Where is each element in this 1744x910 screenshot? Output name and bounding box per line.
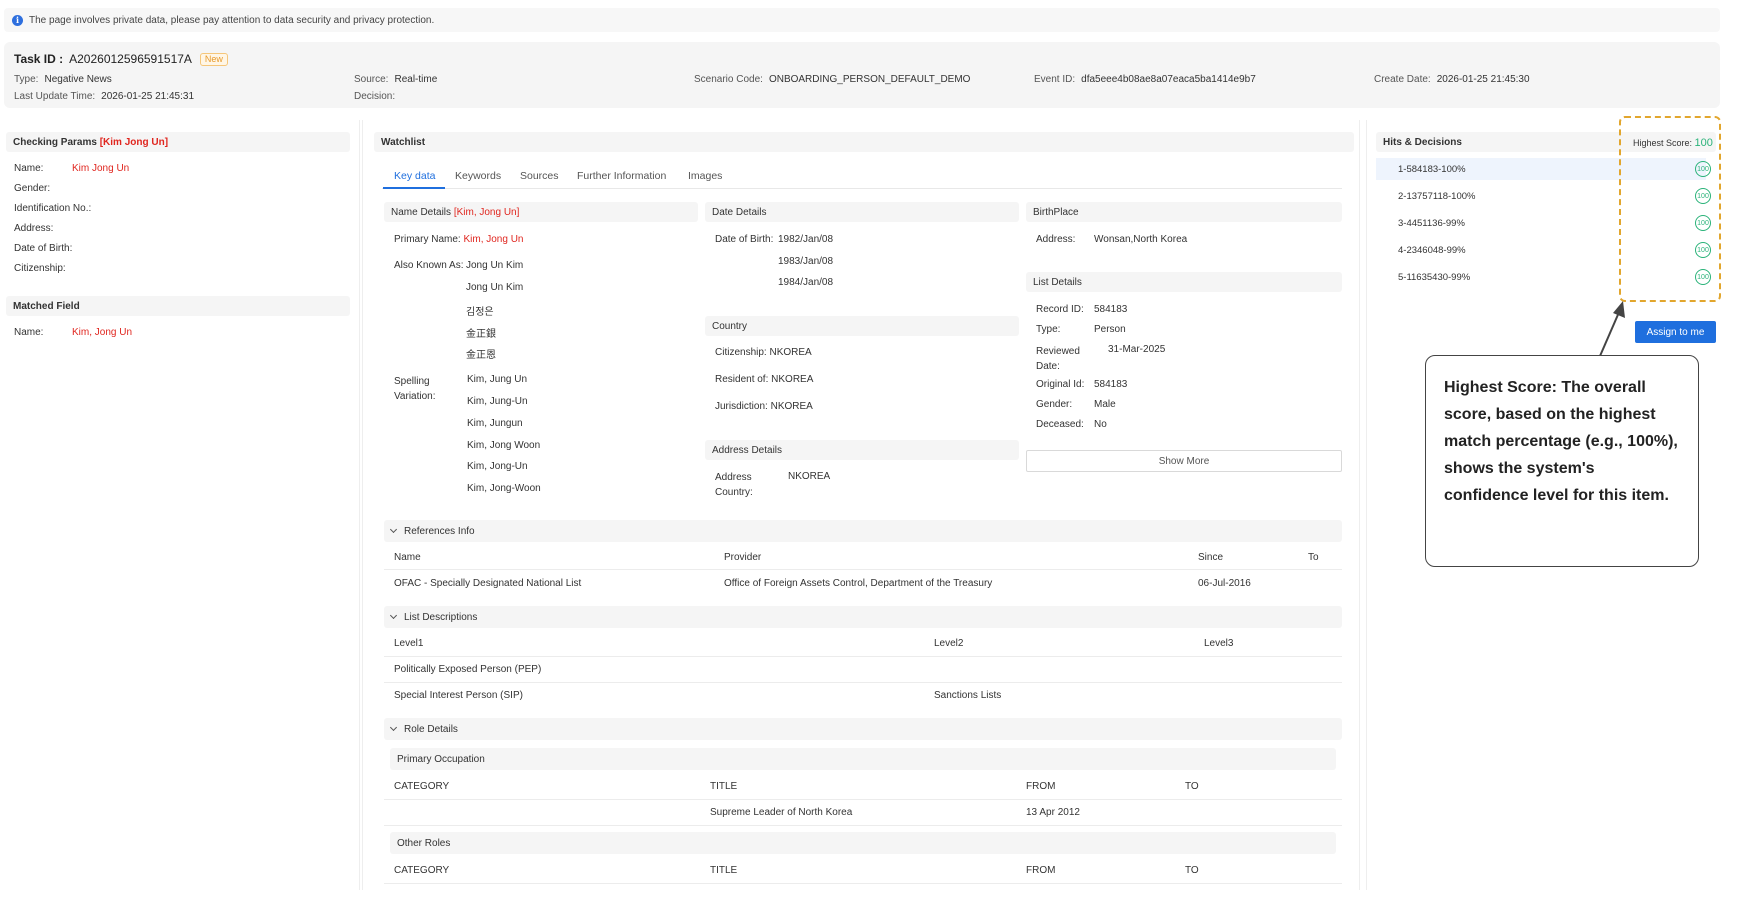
primary-name-row: Primary Name: Kim, Jong Un	[394, 234, 524, 245]
chevron-down-icon	[389, 525, 398, 534]
aka-label: Also Known As:	[394, 260, 464, 271]
address-country-value: NKOREA	[788, 471, 831, 482]
role-table-header: CATEGORY TITLE FROM TO	[394, 781, 1199, 792]
watchlist-header: Watchlist	[374, 132, 1354, 152]
matched-name-row: Name: Kim, Jong Un	[14, 327, 133, 338]
divider	[384, 883, 1342, 884]
other-roles-header: Other Roles	[390, 832, 1336, 854]
address-country-label: Address Country:	[715, 472, 753, 498]
highest-score-highlight	[1619, 116, 1721, 302]
deceased-row: Deceased: No	[1036, 419, 1107, 430]
decision-field: Decision:	[354, 91, 396, 102]
primary-occupation-header: Primary Occupation	[390, 748, 1336, 770]
type-field: Type: Negative News	[14, 74, 112, 85]
tab-keywords[interactable]: Keywords	[455, 170, 501, 182]
spelling-item: Kim, Jungun	[467, 418, 523, 429]
checking-citizenship-row: Citizenship:	[14, 263, 66, 274]
table-row: Supreme Leader of North Korea 13 Apr 201…	[710, 807, 1080, 818]
divider	[384, 569, 1342, 570]
dob-item: 1984/Jan/08	[778, 277, 834, 288]
aka-item: 김정은	[466, 307, 494, 318]
jurisdiction-row: Jurisdiction: NKOREA	[715, 401, 813, 412]
tab-further-information[interactable]: Further Information	[577, 170, 666, 182]
privacy-notice: i The page involves private data, please…	[4, 8, 1720, 32]
original-id-row: Original Id: 584183	[1036, 379, 1128, 390]
divider	[384, 825, 1342, 826]
show-more-button[interactable]: Show More	[1026, 450, 1342, 472]
aka-item: Jong Un Kim	[466, 260, 524, 271]
event-field: Event ID: dfa5eee4b08ae8a07eaca5ba1414e9b…	[1034, 74, 1256, 85]
birthplace-header: BirthPlace	[1026, 202, 1342, 222]
divider	[384, 656, 1342, 657]
date-details-header: Date Details	[705, 202, 1019, 222]
divider	[384, 682, 1342, 683]
role-table-header: CATEGORY TITLE FROM TO	[394, 865, 1199, 876]
matched-field-header: Matched Field	[6, 296, 350, 316]
create-date-field: Create Date: 2026-01-25 21:45:30	[1374, 74, 1530, 85]
address-details-header: Address Details	[705, 440, 1019, 460]
task-id: Task ID : A2026012596591517A New	[14, 52, 228, 66]
spelling-item: Kim, Jong-Woon	[467, 483, 541, 494]
role-details-header[interactable]: Role Details	[384, 718, 1342, 740]
reviewed-date-value: 31-Mar-2025	[1108, 344, 1166, 355]
name-details-header: Name Details [Kim, Jong Un]	[384, 202, 698, 222]
table-row: OFAC - Specially Designated National Lis…	[394, 578, 1251, 589]
status-badge: New	[199, 52, 228, 66]
list-descriptions-header[interactable]: List Descriptions	[384, 606, 1342, 628]
left-panel	[4, 120, 360, 890]
dob-item: 1983/Jan/08	[778, 256, 834, 267]
last-update-field: Last Update Time: 2026-01-25 21:45:31	[14, 91, 195, 102]
references-table-header: Name Provider Since To	[394, 552, 1319, 563]
aka-item: 金正銀	[466, 329, 496, 340]
checking-params-header: Checking Params [Kim Jong Un]	[6, 132, 350, 152]
arrow-icon	[1599, 301, 1625, 357]
references-info-header[interactable]: References Info	[384, 520, 1342, 542]
spelling-label: Spelling Variation:	[394, 376, 436, 402]
tab-images[interactable]: Images	[688, 170, 722, 182]
checking-id-row: Identification No.:	[14, 203, 92, 214]
checking-name-row: Name: Kim Jong Un	[14, 163, 130, 174]
divider	[384, 799, 1342, 800]
task-id-value: A2026012596591517A	[69, 52, 192, 66]
aka-item: Jong Un Kim	[466, 282, 524, 293]
table-row: Politically Exposed Person (PEP)	[394, 664, 542, 675]
checking-address-row: Address:	[14, 223, 54, 234]
list-desc-table-header: Level1 Level2 Level3	[394, 638, 1234, 649]
tab-key-data[interactable]: Key data	[394, 170, 435, 182]
tab-sources[interactable]: Sources	[520, 170, 559, 182]
assign-to-me-button[interactable]: Assign to me	[1635, 321, 1716, 343]
resident-row: Resident of: NKOREA	[715, 374, 814, 385]
gender-row: Gender: Male	[1036, 399, 1116, 410]
spelling-item: Kim, Jong Woon	[467, 440, 541, 451]
type-row: Type: Person	[1036, 324, 1126, 335]
highest-score-callout: Highest Score: The overall score, based …	[1425, 355, 1699, 567]
info-icon: i	[12, 14, 23, 26]
spelling-item: Kim, Jong-Un	[467, 461, 528, 472]
task-id-label: Task ID :	[14, 52, 64, 66]
birthplace-address-row: Address: Wonsan,North Korea	[1036, 234, 1188, 245]
tab-active-indicator	[383, 187, 445, 189]
record-id-row: Record ID: 584183	[1036, 304, 1128, 315]
dob-label: Date of Birth:	[715, 234, 774, 245]
aka-item: 金正恩	[466, 350, 496, 361]
spelling-item: Kim, Jung-Un	[467, 396, 528, 407]
citizenship-row: Citizenship: NKOREA	[715, 347, 812, 358]
tab-bar-line	[382, 188, 1342, 189]
table-row: Special Interest Person (SIP) Sanctions …	[394, 690, 1002, 701]
checking-dob-row: Date of Birth:	[14, 243, 73, 254]
dob-item: 1982/Jan/08	[778, 234, 834, 245]
chevron-down-icon	[389, 723, 398, 732]
privacy-notice-text: The page involves private data, please p…	[29, 14, 435, 26]
chevron-down-icon	[389, 611, 398, 620]
country-header: Country	[705, 316, 1019, 336]
scenario-field: Scenario Code: ONBOARDING_PERSON_DEFAULT_…	[694, 74, 971, 85]
reviewed-date-label: Reviewed Date:	[1036, 346, 1080, 372]
source-field: Source: Real-time	[354, 74, 438, 85]
spelling-item: Kim, Jung Un	[467, 374, 528, 385]
list-details-header: List Details	[1026, 272, 1342, 292]
checking-gender-row: Gender:	[14, 183, 51, 194]
